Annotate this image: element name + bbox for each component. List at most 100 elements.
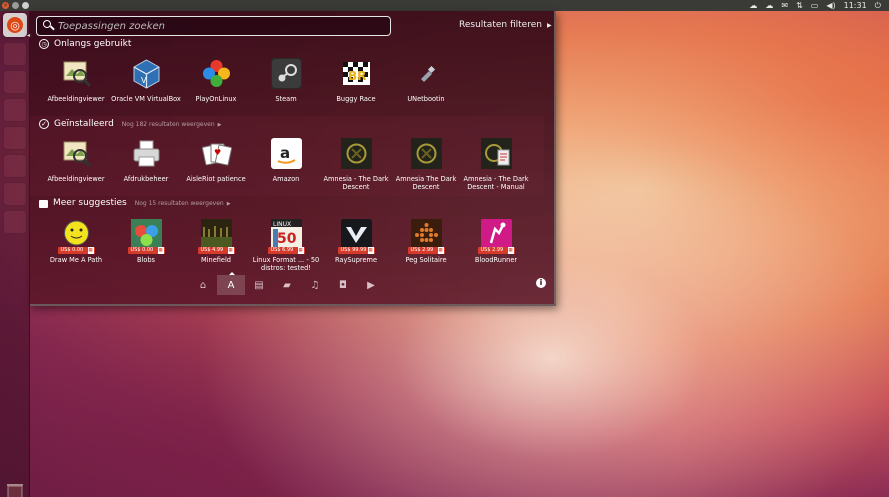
app-tile[interactable]: ♥ AisleRiot patience <box>181 138 251 183</box>
app-tile[interactable]: Amnesia The Dark Descent <box>391 138 461 191</box>
battery-icon[interactable]: ▭ <box>811 0 819 11</box>
app-label: Minefield <box>201 256 231 264</box>
app-label: Amnesia The Dark Descent <box>395 175 457 191</box>
app-tile[interactable]: Afdrukbeheer <box>111 138 181 183</box>
app-label: Afbeeldingviewer <box>47 175 105 183</box>
app-tile[interactable]: Afbeeldingviewer <box>41 138 111 183</box>
printer-icon <box>131 138 162 169</box>
app-tile[interactable]: US$ 0.00 ▦ Draw Me A Path <box>41 219 111 264</box>
mail-icon[interactable]: ✉ <box>781 0 788 11</box>
search-box[interactable] <box>36 16 391 36</box>
amnesia-manual-icon <box>480 138 512 169</box>
app-tile[interactable]: UNetbootin <box>391 58 461 103</box>
price-label: US$ 4.99 <box>200 247 224 253</box>
app-label: AisleRiot patience <box>186 175 246 183</box>
app-tile[interactable]: Amnesia - The Dark Descent - Manual <box>461 138 531 191</box>
price-label: US$ 0.00 <box>130 247 154 253</box>
app-tile[interactable]: US$ 2.99 ▦ BloodRunner <box>461 219 531 264</box>
app-tile[interactable]: LINUX 50 US$ 6.99 ▦ Linux Format ... - 50 … <box>251 219 321 272</box>
app-label: Oracle VM VirtualBox <box>111 95 181 103</box>
buggy-race-icon: BR <box>341 58 372 89</box>
cloud-icon[interactable]: ☁ <box>749 0 757 11</box>
network-icon[interactable]: ⇅ <box>796 0 803 11</box>
app-label: Amnesia - The Dark Descent <box>323 175 389 191</box>
dash-home-button[interactable]: ◎ <box>3 13 27 37</box>
app-tile[interactable]: US$ 99.99 ▦ RaySupreme <box>321 219 391 264</box>
show-more-label: Nog 182 resultaten weergeven <box>121 120 215 128</box>
blobs-icon: US$ 0.00 ▦ <box>127 219 165 254</box>
app-tile[interactable]: US$ 2.99 ▦ Peg Solitaire <box>391 219 461 264</box>
chevron-right-icon: ▶ <box>217 121 222 128</box>
power-icon[interactable]: ⏻ <box>875 0 881 11</box>
app-tile[interactable]: Afbeeldingviewer <box>41 58 111 103</box>
info-icon[interactable]: i <box>536 278 546 288</box>
volume-icon[interactable]: ◀) <box>826 0 835 11</box>
clock[interactable]: 11:31 <box>844 0 867 11</box>
app-tile[interactable]: a Amazon <box>251 138 321 183</box>
filter-results-button[interactable]: Resultaten filteren ▶ <box>459 20 552 30</box>
chevron-right-icon: ▶ <box>546 21 552 29</box>
show-more-results-link[interactable]: Nog 182 resultaten weergeven ▶ <box>122 121 222 128</box>
check-icon: ✓ <box>39 119 49 129</box>
price-label: US$ 0.00 <box>60 247 84 253</box>
app-label: Steam <box>275 95 297 103</box>
category-header[interactable]: ✓ Geïnstalleerd Nog 182 resultaten weerg… <box>39 119 221 129</box>
price-label: US$ 99.99 <box>340 247 367 253</box>
cloud-sync-icon[interactable]: ☁ <box>765 0 773 11</box>
app-label: BloodRunner <box>474 256 518 264</box>
window-close-button[interactable]: × <box>2 2 9 9</box>
window-minimize-button[interactable] <box>12 2 19 9</box>
app-label: Amazon <box>272 175 300 183</box>
svg-text:BR: BR <box>348 69 366 83</box>
app-label: Linux Format ... - 50 distros: tested! <box>252 256 320 272</box>
app-label: Afbeeldingviewer <box>47 95 105 103</box>
category-header[interactable]: Meer suggesties Nog 15 resultaten weerge… <box>39 198 231 208</box>
price-badge: US$ 2.99 ▦ <box>407 247 445 254</box>
category-title: Geïnstalleerd <box>54 119 114 129</box>
app-tile[interactable]: US$ 4.99 ▦ Minefield <box>181 219 251 264</box>
app-tile[interactable]: PlayOnLinux <box>181 58 251 103</box>
files-lens-icon[interactable]: ▤ <box>245 275 273 295</box>
category-header[interactable]: ◷ Onlangs gebruikt <box>39 39 131 49</box>
app-tile[interactable]: US$ 0.00 ▦ Blobs <box>111 219 181 264</box>
search-input[interactable] <box>58 20 390 32</box>
launcher-libreoffice-writer[interactable] <box>3 98 27 122</box>
lens-bar: ⌂ A ▤ ▰ ♫ ◘ ▶ <box>30 272 544 295</box>
video-lens-icon[interactable]: ▶ <box>357 275 385 295</box>
applications-lens-icon[interactable]: A <box>217 272 245 295</box>
price-badge: US$ 4.99 ▦ <box>197 247 235 254</box>
price-label: US$ 2.99 <box>480 247 504 253</box>
app-tile[interactable]: Steam <box>251 58 321 103</box>
price-badge: US$ 99.99 ▦ <box>337 247 375 254</box>
launcher-software-center[interactable] <box>3 182 27 206</box>
social-lens-icon[interactable]: ▰ <box>273 275 301 295</box>
indicator-area: ☁ ☁ ✉ ⇅ ▭ ◀) 11:31 ⏻ <box>749 0 881 11</box>
launcher-libreoffice-calc[interactable] <box>3 126 27 150</box>
launcher-firefox[interactable] <box>3 42 27 66</box>
photos-lens-icon[interactable]: ◘ <box>329 275 357 295</box>
filter-results-label: Resultaten filteren <box>459 20 542 30</box>
price-tag-icon: ▦ <box>297 247 304 254</box>
price-label: US$ 6.99 <box>270 247 294 253</box>
window-maximize-button[interactable] <box>22 2 29 9</box>
home-lens-icon[interactable]: ⌂ <box>189 275 217 295</box>
launcher-settings[interactable] <box>3 210 27 234</box>
category-recent: ◷ Onlangs gebruikt Afbeeldingviewer V Or… <box>30 38 544 116</box>
launcher-libreoffice-impress[interactable] <box>3 154 27 178</box>
cards-icon: ♥ <box>201 138 232 169</box>
price-tag-icon: ▦ <box>507 247 514 254</box>
trash-icon[interactable] <box>5 481 25 497</box>
show-more-results-link[interactable]: Nog 15 resultaten weergeven ▶ <box>135 200 231 207</box>
search-icon <box>42 20 55 32</box>
price-tag-icon: ▦ <box>227 247 234 254</box>
app-tile[interactable]: Amnesia - The Dark Descent <box>321 138 391 191</box>
amnesia-icon <box>410 138 442 169</box>
music-lens-icon[interactable]: ♫ <box>301 275 329 295</box>
category-suggestions: Meer suggesties Nog 15 resultaten weerge… <box>30 196 544 274</box>
category-installed: ✓ Geïnstalleerd Nog 182 resultaten weerg… <box>30 116 544 196</box>
price-label: US$ 2.99 <box>410 247 434 253</box>
app-tile[interactable]: BR Buggy Race <box>321 58 391 103</box>
ubuntu-logo-icon: ◎ <box>7 17 23 33</box>
app-tile[interactable]: V Oracle VM VirtualBox <box>111 58 181 103</box>
launcher-files[interactable] <box>3 70 27 94</box>
